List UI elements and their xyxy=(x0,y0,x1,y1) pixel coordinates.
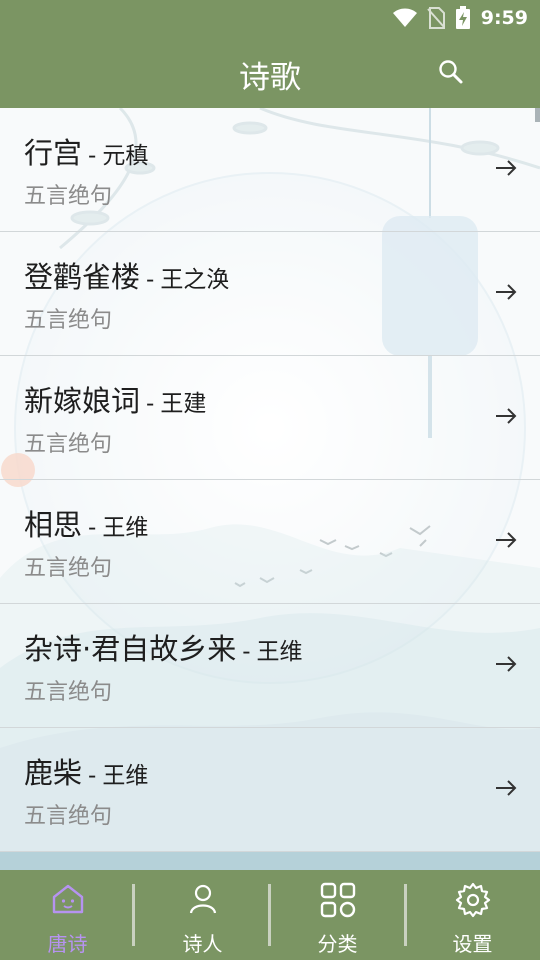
poem-list-item[interactable]: 登鹳雀楼 - 王之涣 五言绝句 xyxy=(0,232,540,356)
tab-categories[interactable]: 分类 xyxy=(270,870,405,960)
poem-type: 五言绝句 xyxy=(24,804,113,829)
poem-list-item[interactable]: 杂诗·君自故乡来 - 王维 五言绝句 xyxy=(0,604,540,728)
status-time: 9:59 xyxy=(480,7,528,29)
separator: - xyxy=(146,391,155,417)
tab-settings[interactable]: 设置 xyxy=(405,870,540,960)
poem-type: 五言绝句 xyxy=(24,432,113,457)
wifi-icon xyxy=(392,8,417,27)
arrow-right-icon xyxy=(496,532,517,548)
tab-poets[interactable]: 诗人 xyxy=(135,870,270,960)
poem-title: 行宫 xyxy=(24,136,83,170)
poem-author: 王维 xyxy=(102,763,149,789)
poem-title: 鹿柴 xyxy=(24,756,83,790)
poem-type: 五言绝句 xyxy=(24,556,113,581)
gear-icon xyxy=(455,882,490,918)
poem-author: 王维 xyxy=(102,515,149,541)
poem-list[interactable]: 行宫 - 元稹 五言绝句 登鹳雀楼 - 王之涣 五言绝句 新嫁娘词 - 王建 五言绝句 相思… xyxy=(0,108,540,870)
separator: - xyxy=(146,267,155,293)
scrollbar-thumb[interactable] xyxy=(535,108,540,122)
separator: - xyxy=(88,515,97,541)
poem-type: 五言绝句 xyxy=(24,308,113,333)
poem-author: 王维 xyxy=(256,639,303,665)
arrow-right-icon xyxy=(496,780,517,796)
separator: - xyxy=(242,639,251,665)
poem-title: 新嫁娘词 xyxy=(24,384,141,418)
separator: - xyxy=(88,143,97,169)
tab-label: 设置 xyxy=(452,932,493,956)
poem-list-item[interactable]: 鹿柴 - 王维 五言绝句 xyxy=(0,728,540,852)
poem-author: 王之涣 xyxy=(160,267,230,293)
grid-icon xyxy=(320,882,355,918)
tab-label: 诗人 xyxy=(182,932,223,956)
arrow-right-icon xyxy=(496,284,517,300)
poem-list-item[interactable]: 新嫁娘词 - 王建 五言绝句 xyxy=(0,356,540,480)
poem-title: 相思 xyxy=(24,508,83,542)
poem-list-item[interactable]: 行宫 - 元稹 五言绝句 xyxy=(0,108,540,232)
poem-list-item[interactable]: 相思 - 王维 五言绝句 xyxy=(0,480,540,604)
poem-type: 五言绝句 xyxy=(24,680,113,705)
poem-title: 杂诗·君自故乡来 xyxy=(24,632,237,666)
arrow-right-icon xyxy=(496,656,517,672)
no-sim-icon xyxy=(426,7,445,29)
arrow-right-icon xyxy=(496,160,517,176)
bottom-tab-bar: 唐诗 诗人 分类 设置 xyxy=(0,870,540,960)
poem-author: 王建 xyxy=(160,391,207,417)
tab-label: 分类 xyxy=(317,932,358,956)
separator: - xyxy=(88,763,97,789)
search-icon[interactable] xyxy=(438,59,464,85)
status-bar: 9:59 xyxy=(0,0,540,36)
app-bar: 诗歌 xyxy=(0,36,540,108)
poem-author: 元稹 xyxy=(102,143,149,169)
home-cat-icon xyxy=(52,884,83,914)
poem-type: 五言绝句 xyxy=(24,184,113,209)
arrow-right-icon xyxy=(496,408,517,424)
battery-charging-icon xyxy=(455,6,470,29)
tab-tang-poems[interactable]: 唐诗 xyxy=(0,870,135,960)
tab-label: 唐诗 xyxy=(47,932,88,956)
person-icon xyxy=(189,884,216,914)
poem-title: 登鹳雀楼 xyxy=(24,260,141,294)
